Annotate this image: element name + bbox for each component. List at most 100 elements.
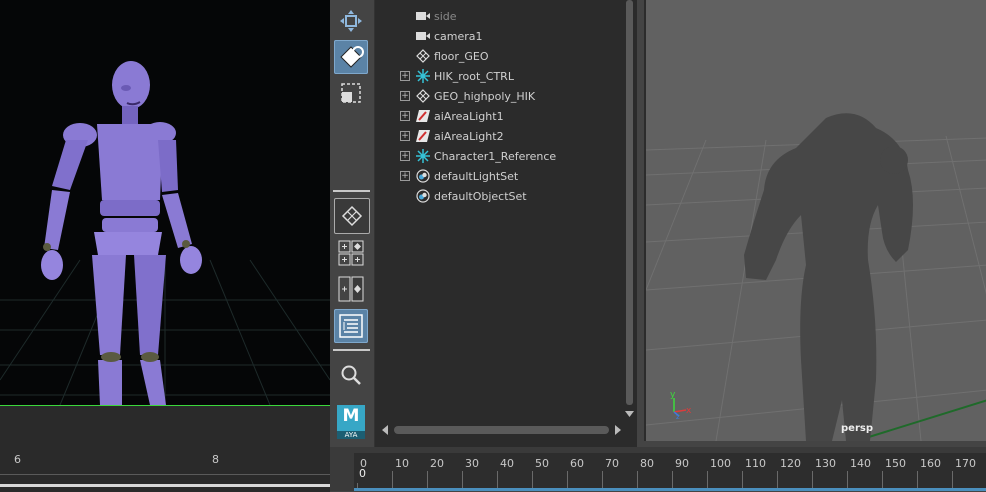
- timeline-tick-label: 20: [430, 457, 444, 470]
- timeline-tick-label: 30: [465, 457, 479, 470]
- timeline-tick-label: 170: [955, 457, 976, 470]
- time-slider[interactable]: 0 10 20 30 40 50 60 70 80 90 100 110 120 130 140 150 160…: [330, 447, 986, 491]
- outliner-item-label: floor_GEO: [434, 49, 489, 63]
- timeline-tick-label: 60: [570, 457, 584, 470]
- outliner-item-label: side: [434, 9, 457, 23]
- timeline-tick-mark: [812, 471, 813, 489]
- timeline-tick-label: 140: [850, 457, 871, 470]
- timeline-tick-mark: [602, 471, 603, 489]
- outliner-item-label: Character1_Reference: [434, 149, 557, 163]
- mesh-icon: [415, 89, 431, 103]
- search-icon: [341, 365, 361, 385]
- four-pane-icon: [338, 240, 364, 266]
- persp-viewport[interactable]: y x z persp: [644, 0, 986, 441]
- outliner-item-label: aiAreaLight1: [434, 109, 504, 123]
- timeline-tick-label: 120: [780, 457, 801, 470]
- outliner-item[interactable]: + Character1_Reference: [375, 146, 625, 166]
- expand-toggle-icon[interactable]: +: [400, 131, 410, 141]
- outliner-item-label: HIK_root_CTRL: [434, 69, 514, 83]
- camera-icon: [415, 9, 431, 23]
- axis-gizmo: y x z: [670, 390, 692, 421]
- expand-toggle-icon[interactable]: +: [400, 171, 410, 181]
- camera-label: persp: [841, 423, 873, 434]
- timeline-tick-label: 50: [535, 457, 549, 470]
- axis-y-label: y: [670, 390, 676, 400]
- timeline-tick-mark: [707, 471, 708, 489]
- viewport-grid: [0, 259, 330, 405]
- timeline-tick-label: 80: [640, 457, 654, 470]
- scroll-down-icon[interactable]: [625, 410, 634, 418]
- camera-icon: [415, 29, 431, 43]
- timeline-tick-label: 90: [675, 457, 689, 470]
- current-frame-indicator[interactable]: 0: [354, 467, 377, 483]
- search-button[interactable]: [334, 358, 368, 392]
- timeline-tick-mark: [742, 471, 743, 489]
- scroll-right-icon[interactable]: [614, 425, 622, 435]
- character-model[interactable]: [41, 61, 202, 405]
- area-light-icon: [415, 129, 431, 143]
- expand-toggle-icon[interactable]: +: [400, 151, 410, 161]
- ruler-range-bar: [0, 484, 330, 487]
- select-tool-button[interactable]: [334, 40, 368, 74]
- logo-letter: M: [342, 406, 360, 426]
- outliner-vertical-scrollbar[interactable]: [624, 0, 635, 422]
- axis-z-label: z: [676, 413, 680, 421]
- ruler-label: 6: [14, 453, 21, 466]
- logo-text: AYA: [337, 431, 365, 439]
- grid-axis-x: [855, 399, 986, 441]
- left-viewport[interactable]: [0, 0, 330, 405]
- outliner-item[interactable]: camera1: [375, 26, 625, 46]
- area-light-icon: [415, 109, 431, 123]
- expand-toggle-icon[interactable]: +: [400, 71, 410, 81]
- timeline-tick-label: 160: [920, 457, 941, 470]
- outliner-item[interactable]: floor_GEO: [375, 46, 625, 66]
- outliner-toolbar: M AYA: [330, 0, 375, 447]
- ruler-line: [0, 474, 330, 475]
- toolbar-divider: [333, 349, 370, 351]
- scrollbar-thumb[interactable]: [394, 426, 609, 434]
- outliner-horizontal-scrollbar[interactable]: [380, 422, 625, 438]
- move-tool-button[interactable]: [334, 4, 368, 38]
- timeline-tick-mark: [427, 471, 428, 489]
- timeline-tick-mark: [917, 471, 918, 489]
- timeline-tick-mark: [777, 471, 778, 489]
- joint-icon: [415, 69, 431, 83]
- set-icon: [415, 169, 431, 183]
- expand-toggle-icon[interactable]: +: [400, 91, 410, 101]
- outliner-item[interactable]: defaultObjectSet: [375, 186, 625, 206]
- timeline-tick-mark: [847, 471, 848, 489]
- timeline-tick-mark: [392, 471, 393, 489]
- character-silhouette[interactable]: [744, 113, 913, 441]
- timeline-tick-label: 100: [710, 457, 731, 470]
- timeline-tick-mark: [637, 471, 638, 489]
- outliner-item-label: defaultLightSet: [434, 169, 519, 183]
- outliner-item[interactable]: + defaultLightSet: [375, 166, 625, 186]
- outliner-item-label: aiAreaLight2: [434, 129, 504, 143]
- timeline-tick-mark: [952, 471, 953, 489]
- scrollbar-thumb[interactable]: [626, 0, 633, 405]
- outliner-item[interactable]: + GEO_highpoly_HIK: [375, 86, 625, 106]
- outliner-item[interactable]: side: [375, 6, 625, 26]
- outliner-item[interactable]: + HIK_root_CTRL: [375, 66, 625, 86]
- two-pane-layout-button[interactable]: [334, 272, 368, 306]
- maya-logo[interactable]: M AYA: [337, 405, 365, 439]
- timeline-tick-label: 130: [815, 457, 836, 470]
- scale-tool-button[interactable]: [334, 76, 368, 110]
- layout-grid-button[interactable]: [334, 236, 368, 270]
- display-objects-button[interactable]: [334, 198, 370, 234]
- move-arrows-icon: [340, 10, 362, 32]
- set-icon: [415, 189, 431, 203]
- scroll-left-icon[interactable]: [381, 425, 389, 435]
- outliner-item[interactable]: + aiAreaLight2: [375, 126, 625, 146]
- mesh-icon: [415, 49, 431, 63]
- outliner-item[interactable]: + aiAreaLight1: [375, 106, 625, 126]
- outliner-panel: side camera1 floor_GEO + HIK_root_CTRL + GEO_h…: [375, 0, 637, 447]
- outliner-item-label: defaultObjectSet: [434, 189, 527, 203]
- expand-toggle-icon[interactable]: +: [400, 111, 410, 121]
- timeline-tick-mark: [532, 471, 533, 489]
- axis-x-label: x: [686, 406, 692, 416]
- timeline-tick-mark: [462, 471, 463, 489]
- timeline-tick-mark: [567, 471, 568, 489]
- left-timeline-ruler[interactable]: 6 8: [0, 405, 330, 492]
- outliner-toggle-button[interactable]: [334, 309, 368, 343]
